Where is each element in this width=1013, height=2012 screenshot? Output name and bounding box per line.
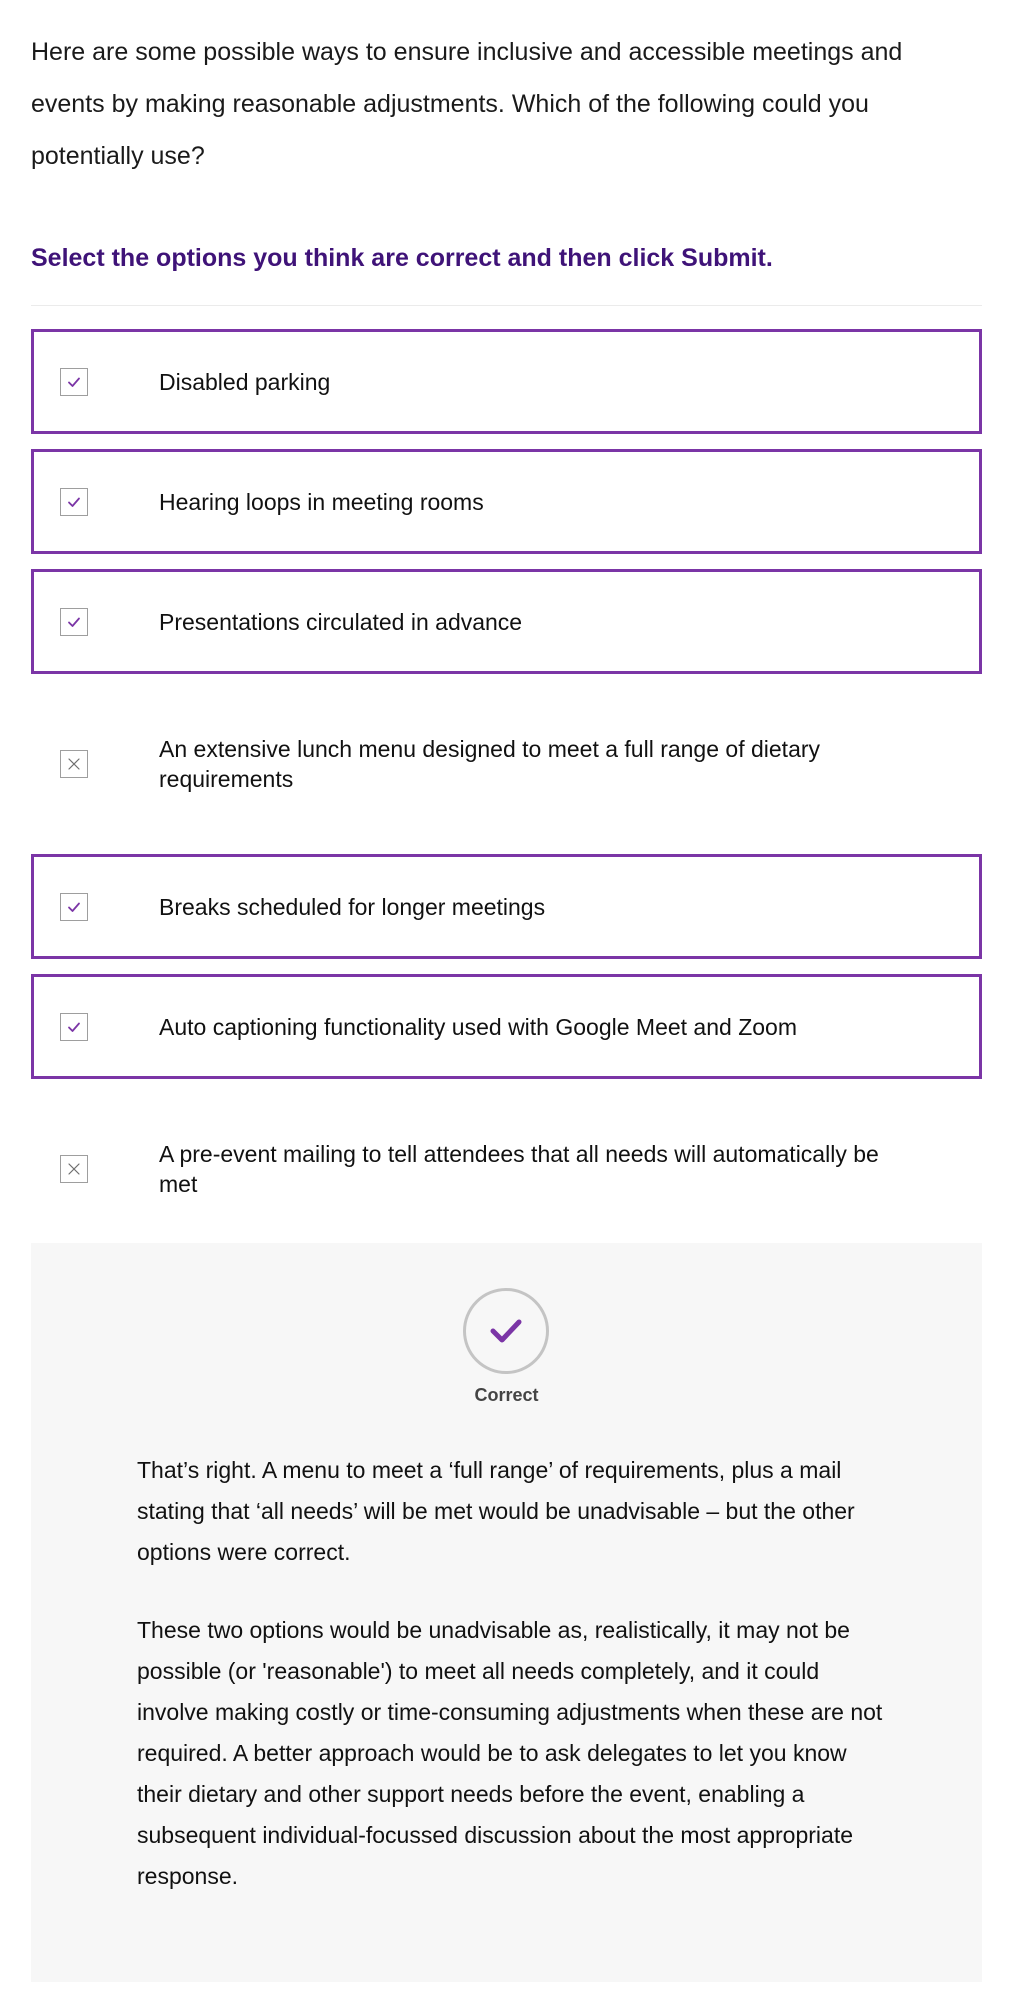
checkbox-checked[interactable] (60, 607, 88, 636)
option-hearing-loops[interactable]: Hearing loops in meeting rooms (31, 449, 982, 554)
option-lunch-menu[interactable]: An extensive lunch menu designed to meet… (31, 689, 982, 839)
feedback-paragraph: That’s right. A menu to meet a ‘full ran… (137, 1457, 855, 1565)
result-label: Correct (474, 1385, 539, 1405)
option-label: Auto captioning functionality used with … (159, 1013, 797, 1040)
feedback-paragraph: These two options would be unadvisable a… (137, 1617, 883, 1889)
option-label: Breaks scheduled for longer meetings (159, 893, 546, 920)
checkbox-unchecked[interactable] (60, 1155, 88, 1183)
option-label: Hearing loops in meeting rooms (159, 488, 484, 515)
cross-icon (68, 758, 80, 770)
feedback-panel: Correct That’s right. A menu to meet a ‘… (31, 1243, 982, 1982)
checkmark-icon (68, 617, 80, 627)
checkmark-icon (68, 497, 80, 507)
checkbox-checked[interactable] (60, 1012, 88, 1041)
options-list: Disabled parking Hearing loops in meetin… (31, 329, 982, 1244)
checkbox-checked[interactable] (60, 892, 88, 921)
option-disabled-parking[interactable]: Disabled parking (31, 329, 982, 434)
question-page: Here are some possible ways to ensure in… (31, 0, 982, 1259)
option-pre-event-mailing[interactable]: A pre-event mailing to tell attendees th… (31, 1094, 982, 1244)
checkmark-icon (68, 377, 80, 387)
checkmark-icon (68, 1022, 80, 1032)
checkbox-unchecked[interactable] (60, 750, 88, 778)
option-label: A pre-event mailing to tell attendees th… (159, 1141, 879, 1197)
option-breaks-scheduled[interactable]: Breaks scheduled for longer meetings (31, 854, 982, 959)
checkmark-icon (490, 1319, 522, 1343)
divider (31, 305, 982, 306)
question-intro: Here are some possible ways to ensure in… (31, 38, 903, 170)
option-label: Presentations circulated in advance (159, 608, 523, 635)
feedback-text: That’s right. A menu to meet a ‘full ran… (137, 1450, 887, 1934)
checkmark-icon (68, 902, 80, 912)
cross-icon (68, 1163, 80, 1175)
option-auto-captioning[interactable]: Auto captioning functionality used with … (31, 974, 982, 1079)
option-label: An extensive lunch menu designed to meet… (159, 736, 821, 792)
checkbox-checked[interactable] (60, 487, 88, 516)
checkbox-checked[interactable] (60, 367, 88, 396)
option-label: Disabled parking (159, 368, 331, 395)
option-presentations-circulated[interactable]: Presentations circulated in advance (31, 569, 982, 674)
result-badge (463, 1288, 549, 1374)
question-instruction: Select the options you think are correct… (31, 244, 773, 272)
